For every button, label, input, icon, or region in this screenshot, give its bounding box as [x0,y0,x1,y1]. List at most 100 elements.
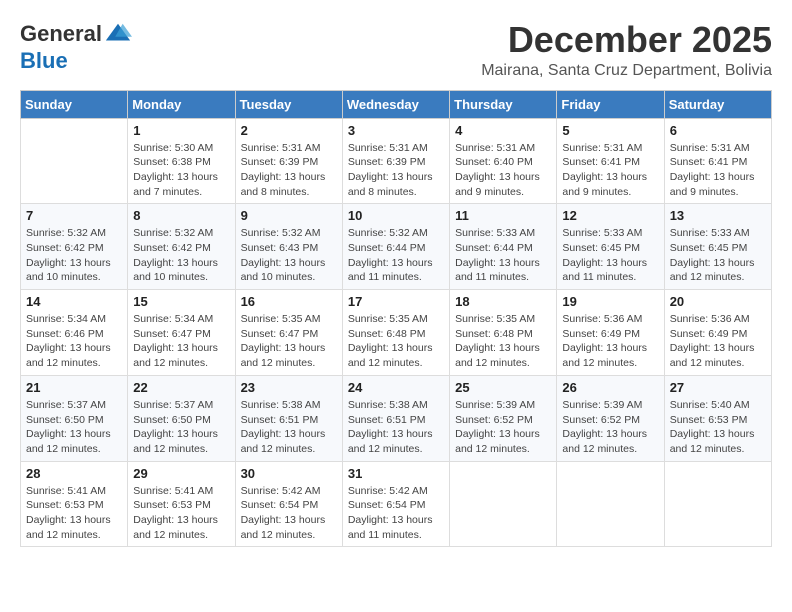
day-info: Sunrise: 5:31 AMSunset: 6:41 PMDaylight:… [670,141,766,200]
day-of-week-header: Saturday [664,90,771,118]
day-info: Sunrise: 5:32 AMSunset: 6:43 PMDaylight:… [241,226,337,285]
day-number: 29 [133,466,229,481]
day-info: Sunrise: 5:33 AMSunset: 6:45 PMDaylight:… [562,226,658,285]
day-number: 7 [26,208,122,223]
calendar-week-row: 7 Sunrise: 5:32 AMSunset: 6:42 PMDaylight… [21,204,772,290]
day-number: 21 [26,380,122,395]
calendar-cell: 15 Sunrise: 5:34 AMSunset: 6:47 PMDayligh… [128,290,235,376]
calendar-cell: 30 Sunrise: 5:42 AMSunset: 6:54 PMDayligh… [235,461,342,547]
calendar-cell [21,118,128,204]
calendar-cell: 29 Sunrise: 5:41 AMSunset: 6:53 PMDayligh… [128,461,235,547]
calendar-cell: 3Sunrise: 5:31 AMSunset: 6:39 PMDaylight… [342,118,449,204]
calendar-cell: 22Sunrise: 5:37 AMSunset: 6:50 PMDayligh… [128,375,235,461]
day-number: 28 [26,466,122,481]
title-area: December 2025 Mairana, Santa Cruz Depart… [481,20,772,80]
calendar-cell: 28 Sunrise: 5:41 AMSunset: 6:53 PMDayligh… [21,461,128,547]
day-number: 20 [670,294,766,309]
calendar-cell: 8Sunrise: 5:32 AMSunset: 6:42 PMDaylight… [128,204,235,290]
day-number: 11 [455,208,551,223]
calendar-cell: 31 Sunrise: 5:42 AMSunset: 6:54 PMDayligh… [342,461,449,547]
day-number: 13 [670,208,766,223]
logo-general-text: General [20,23,102,45]
day-of-week-header: Monday [128,90,235,118]
day-info: Sunrise: 5:35 AMSunset: 6:47 PMDaylight:… [241,312,337,371]
day-number: 31 [348,466,444,481]
day-of-week-header: Thursday [450,90,557,118]
calendar-cell: 16Sunrise: 5:35 AMSunset: 6:47 PMDayligh… [235,290,342,376]
calendar-week-row: 28 Sunrise: 5:41 AMSunset: 6:53 PMDayligh… [21,461,772,547]
day-number: 15 [133,294,229,309]
day-number: 22 [133,380,229,395]
calendar-cell: 20 Sunrise: 5:36 AMSunset: 6:49 PMDayligh… [664,290,771,376]
logo-blue-text: Blue [20,48,68,73]
day-number: 26 [562,380,658,395]
day-info: Sunrise: 5:32 AMSunset: 6:44 PMDaylight:… [348,226,444,285]
calendar-week-row: 21 Sunrise: 5:37 AMSunset: 6:50 PMDayligh… [21,375,772,461]
day-number: 27 [670,380,766,395]
day-info: Sunrise: 5:40 AMSunset: 6:53 PMDaylight:… [670,398,766,457]
day-info: Sunrise: 5:36 AMSunset: 6:49 PMDaylight:… [562,312,658,371]
calendar-cell: 5Sunrise: 5:31 AMSunset: 6:41 PMDaylight… [557,118,664,204]
calendar-cell: 10 Sunrise: 5:32 AMSunset: 6:44 PMDayligh… [342,204,449,290]
day-info: Sunrise: 5:42 AMSunset: 6:54 PMDaylight:… [348,484,444,543]
day-info: Sunrise: 5:37 AMSunset: 6:50 PMDaylight:… [26,398,122,457]
calendar-cell: 23Sunrise: 5:38 AMSunset: 6:51 PMDayligh… [235,375,342,461]
day-info: Sunrise: 5:39 AMSunset: 6:52 PMDaylight:… [455,398,551,457]
header: General Blue December 2025 Mairana, Sant… [20,20,772,80]
day-info: Sunrise: 5:30 AMSunset: 6:38 PMDaylight:… [133,141,229,200]
day-number: 9 [241,208,337,223]
day-info: Sunrise: 5:39 AMSunset: 6:52 PMDaylight:… [562,398,658,457]
month-title: December 2025 [481,20,772,60]
day-number: 12 [562,208,658,223]
day-number: 24 [348,380,444,395]
day-of-week-header: Sunday [21,90,128,118]
day-of-week-header: Friday [557,90,664,118]
calendar-cell [450,461,557,547]
day-number: 30 [241,466,337,481]
calendar-cell: 19Sunrise: 5:36 AMSunset: 6:49 PMDayligh… [557,290,664,376]
calendar-cell: 1 Sunrise: 5:30 AMSunset: 6:38 PMDaylight… [128,118,235,204]
day-info: Sunrise: 5:32 AMSunset: 6:42 PMDaylight:… [26,226,122,285]
day-number: 1 [133,123,229,138]
day-info: Sunrise: 5:32 AMSunset: 6:42 PMDaylight:… [133,226,229,285]
day-of-week-header: Tuesday [235,90,342,118]
day-info: Sunrise: 5:34 AMSunset: 6:47 PMDaylight:… [133,312,229,371]
day-number: 17 [348,294,444,309]
day-info: Sunrise: 5:35 AMSunset: 6:48 PMDaylight:… [348,312,444,371]
day-number: 10 [348,208,444,223]
calendar-cell: 26 Sunrise: 5:39 AMSunset: 6:52 PMDayligh… [557,375,664,461]
day-info: Sunrise: 5:31 AMSunset: 6:39 PMDaylight:… [348,141,444,200]
day-number: 18 [455,294,551,309]
calendar-table: SundayMondayTuesdayWednesdayThursdayFrid… [20,90,772,548]
calendar-cell: 13 Sunrise: 5:33 AMSunset: 6:45 PMDayligh… [664,204,771,290]
day-number: 25 [455,380,551,395]
day-info: Sunrise: 5:31 AMSunset: 6:40 PMDaylight:… [455,141,551,200]
calendar-header-row: SundayMondayTuesdayWednesdayThursdayFrid… [21,90,772,118]
calendar-cell [557,461,664,547]
calendar-week-row: 1 Sunrise: 5:30 AMSunset: 6:38 PMDaylight… [21,118,772,204]
calendar-cell: 18Sunrise: 5:35 AMSunset: 6:48 PMDayligh… [450,290,557,376]
calendar-cell: 14Sunrise: 5:34 AMSunset: 6:46 PMDayligh… [21,290,128,376]
day-number: 6 [670,123,766,138]
calendar-cell: 7 Sunrise: 5:32 AMSunset: 6:42 PMDaylight… [21,204,128,290]
day-info: Sunrise: 5:36 AMSunset: 6:49 PMDaylight:… [670,312,766,371]
day-info: Sunrise: 5:33 AMSunset: 6:44 PMDaylight:… [455,226,551,285]
day-info: Sunrise: 5:38 AMSunset: 6:51 PMDaylight:… [348,398,444,457]
calendar-cell: 21 Sunrise: 5:37 AMSunset: 6:50 PMDayligh… [21,375,128,461]
day-info: Sunrise: 5:38 AMSunset: 6:51 PMDaylight:… [241,398,337,457]
calendar-cell: 4Sunrise: 5:31 AMSunset: 6:40 PMDaylight… [450,118,557,204]
day-info: Sunrise: 5:41 AMSunset: 6:53 PMDaylight:… [26,484,122,543]
day-info: Sunrise: 5:33 AMSunset: 6:45 PMDaylight:… [670,226,766,285]
calendar-cell: 9 Sunrise: 5:32 AMSunset: 6:43 PMDaylight… [235,204,342,290]
day-info: Sunrise: 5:34 AMSunset: 6:46 PMDaylight:… [26,312,122,371]
calendar-cell: 6 Sunrise: 5:31 AMSunset: 6:41 PMDaylight… [664,118,771,204]
calendar-cell: 2Sunrise: 5:31 AMSunset: 6:39 PMDaylight… [235,118,342,204]
calendar-cell: 12 Sunrise: 5:33 AMSunset: 6:45 PMDayligh… [557,204,664,290]
day-number: 5 [562,123,658,138]
day-info: Sunrise: 5:41 AMSunset: 6:53 PMDaylight:… [133,484,229,543]
calendar-cell: 27 Sunrise: 5:40 AMSunset: 6:53 PMDayligh… [664,375,771,461]
logo-icon [104,20,132,48]
day-info: Sunrise: 5:42 AMSunset: 6:54 PMDaylight:… [241,484,337,543]
location-title: Mairana, Santa Cruz Department, Bolivia [481,62,772,80]
logo: General Blue [20,20,132,74]
